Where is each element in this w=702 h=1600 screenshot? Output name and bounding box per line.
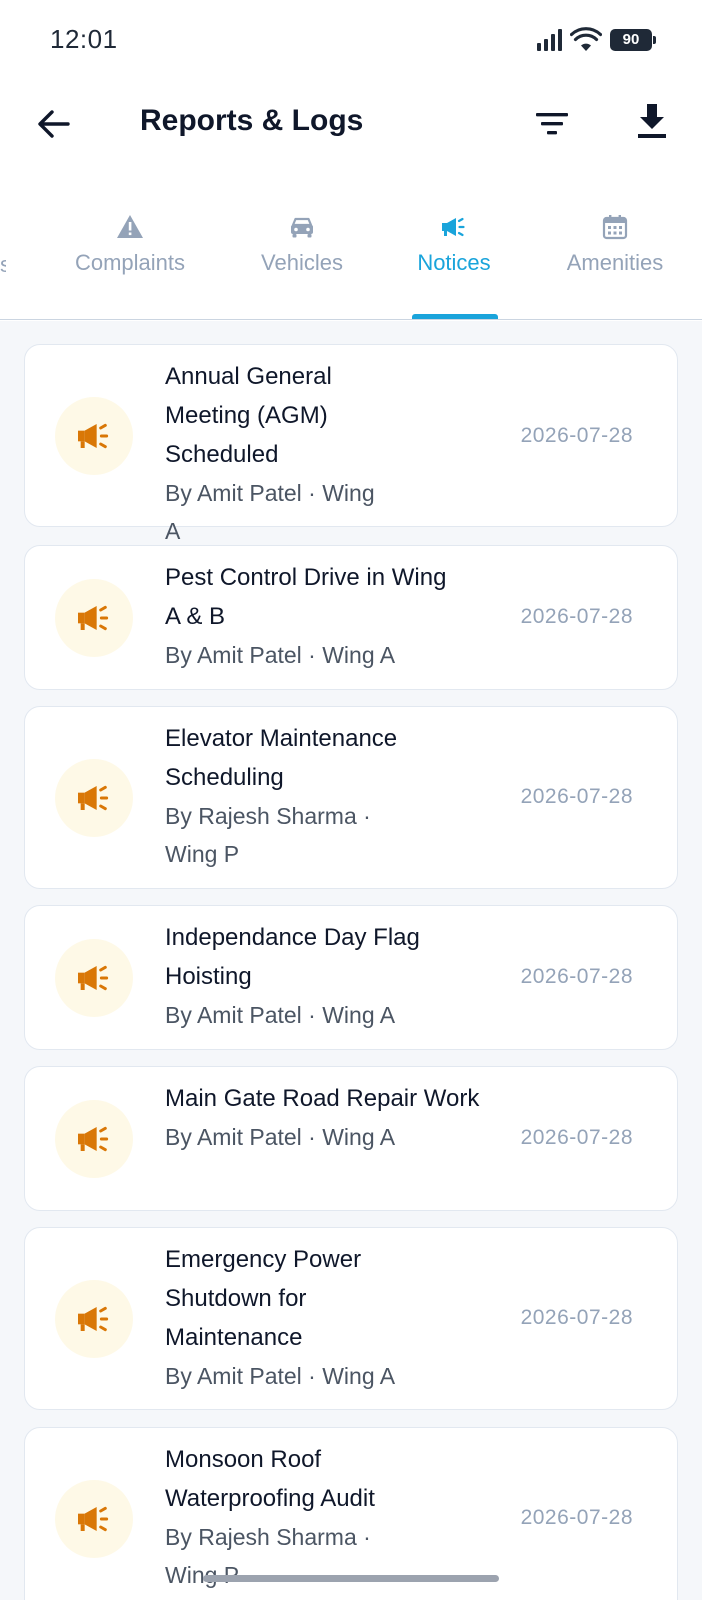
- notice-meta: By Rajesh Sharma · Wing P: [165, 803, 371, 867]
- notice-text: Pest Control Drive in Wing A & B By Amit…: [165, 558, 455, 674]
- calendar-icon: [602, 215, 628, 240]
- notice-card[interactable]: Main Gate Road Repair Work By Amit Patel…: [24, 1066, 678, 1211]
- tab-amenities[interactable]: Amenities: [540, 200, 690, 319]
- notice-title: Emergency Power Shutdown for Maintenance: [165, 1246, 362, 1351]
- tab-label: Notices: [417, 250, 491, 275]
- notice-icon-badge: [55, 1100, 133, 1178]
- notice-title: Elevator Maintenance Scheduling: [165, 725, 398, 791]
- active-tab-indicator: [412, 314, 498, 319]
- warning-triangle-icon: [117, 215, 143, 238]
- tab-complaints[interactable]: Complaints: [40, 200, 220, 319]
- status-icons: 90: [537, 26, 656, 54]
- notice-date: 2026-07-28: [520, 965, 633, 988]
- notices-list[interactable]: Annual General Meeting (AGM) Scheduled B…: [0, 321, 702, 1600]
- back-button[interactable]: [32, 102, 76, 146]
- notice-meta: By Amit Patel · Wing A: [165, 480, 375, 544]
- notice-meta: By Amit Patel · Wing A: [165, 1124, 396, 1150]
- notice-meta: By Amit Patel · Wing A: [165, 1363, 396, 1389]
- tab-notices[interactable]: Notices: [384, 200, 524, 319]
- tab-overflow-fragment: s: [0, 252, 6, 278]
- megaphone-icon: [78, 1306, 109, 1332]
- notice-text: Main Gate Road Repair Work By Amit Patel…: [165, 1079, 485, 1156]
- notice-icon-badge: [55, 939, 133, 1017]
- page-title: Reports & Logs: [140, 104, 364, 137]
- tab-label: Complaints: [74, 250, 186, 275]
- notice-card[interactable]: Independance Day Flag Hoisting By Amit P…: [24, 905, 678, 1050]
- notice-card[interactable]: Elevator Maintenance Scheduling By Rajes…: [24, 706, 678, 889]
- megaphone-icon: [78, 1126, 109, 1152]
- status-bar: 12:01 90: [0, 0, 702, 80]
- megaphone-icon: [78, 785, 109, 811]
- wifi-icon: [570, 27, 602, 51]
- notice-date: 2026-07-28: [520, 1306, 633, 1329]
- notice-icon-badge: [55, 579, 133, 657]
- notice-date: 2026-07-28: [520, 785, 633, 808]
- download-icon: [638, 104, 666, 138]
- notice-date: 2026-07-28: [520, 424, 633, 447]
- notice-text: Independance Day Flag Hoisting By Amit P…: [165, 918, 495, 1034]
- arrow-left-icon: [38, 110, 70, 138]
- notice-meta: By Amit Patel · Wing A: [165, 642, 396, 668]
- home-indicator[interactable]: [203, 1575, 499, 1582]
- notice-text: Elevator Maintenance Scheduling By Rajes…: [165, 719, 455, 873]
- tab-label: Amenities: [566, 250, 664, 275]
- notice-meta: By Amit Patel · Wing A: [165, 1002, 396, 1028]
- signal-icon: [537, 29, 562, 51]
- megaphone-icon: [442, 217, 465, 237]
- notice-title: Main Gate Road Repair Work: [165, 1085, 480, 1112]
- notice-text: Annual General Meeting (AGM) Scheduled B…: [165, 357, 395, 550]
- tab-vehicles[interactable]: Vehicles: [222, 200, 382, 319]
- notice-card[interactable]: Pest Control Drive in Wing A & B By Amit…: [24, 545, 678, 690]
- notice-title: Independance Day Flag Hoisting: [165, 924, 420, 990]
- app-bar: Reports & Logs: [0, 80, 702, 165]
- notice-card[interactable]: Annual General Meeting (AGM) Scheduled B…: [24, 344, 678, 544]
- notice-date: 2026-07-28: [520, 1506, 633, 1529]
- car-icon: [291, 217, 313, 238]
- battery-icon: 90: [610, 29, 656, 51]
- tab-bar: s Complaints Vehicles Notices: [0, 200, 702, 320]
- status-time: 12:01: [50, 24, 118, 54]
- megaphone-icon: [78, 1506, 109, 1532]
- download-button[interactable]: [630, 100, 674, 144]
- megaphone-icon: [78, 965, 109, 991]
- notice-date: 2026-07-28: [520, 605, 633, 628]
- notice-title: Monsoon Roof Waterproofing Audit: [165, 1446, 375, 1512]
- notice-icon-badge: [55, 1280, 133, 1358]
- notice-icon-badge: [55, 397, 133, 475]
- filter-button[interactable]: [530, 102, 574, 146]
- notice-meta: By Rajesh Sharma · Wing P: [165, 1524, 371, 1588]
- notice-title: Annual General Meeting (AGM) Scheduled: [165, 363, 332, 468]
- notice-icon-badge: [55, 759, 133, 837]
- notice-title: Pest Control Drive in Wing A & B: [165, 564, 447, 630]
- filter-icon: [536, 113, 568, 135]
- notice-text: Emergency Power Shutdown for Maintenance…: [165, 1240, 415, 1395]
- notice-date: 2026-07-28: [520, 1126, 633, 1149]
- tab-label: Vehicles: [261, 250, 343, 275]
- megaphone-icon: [78, 423, 109, 449]
- notice-text: Monsoon Roof Waterproofing Audit By Raje…: [165, 1440, 455, 1594]
- notice-card[interactable]: Emergency Power Shutdown for Maintenance…: [24, 1227, 678, 1410]
- megaphone-icon: [78, 605, 109, 631]
- notice-icon-badge: [55, 1480, 133, 1558]
